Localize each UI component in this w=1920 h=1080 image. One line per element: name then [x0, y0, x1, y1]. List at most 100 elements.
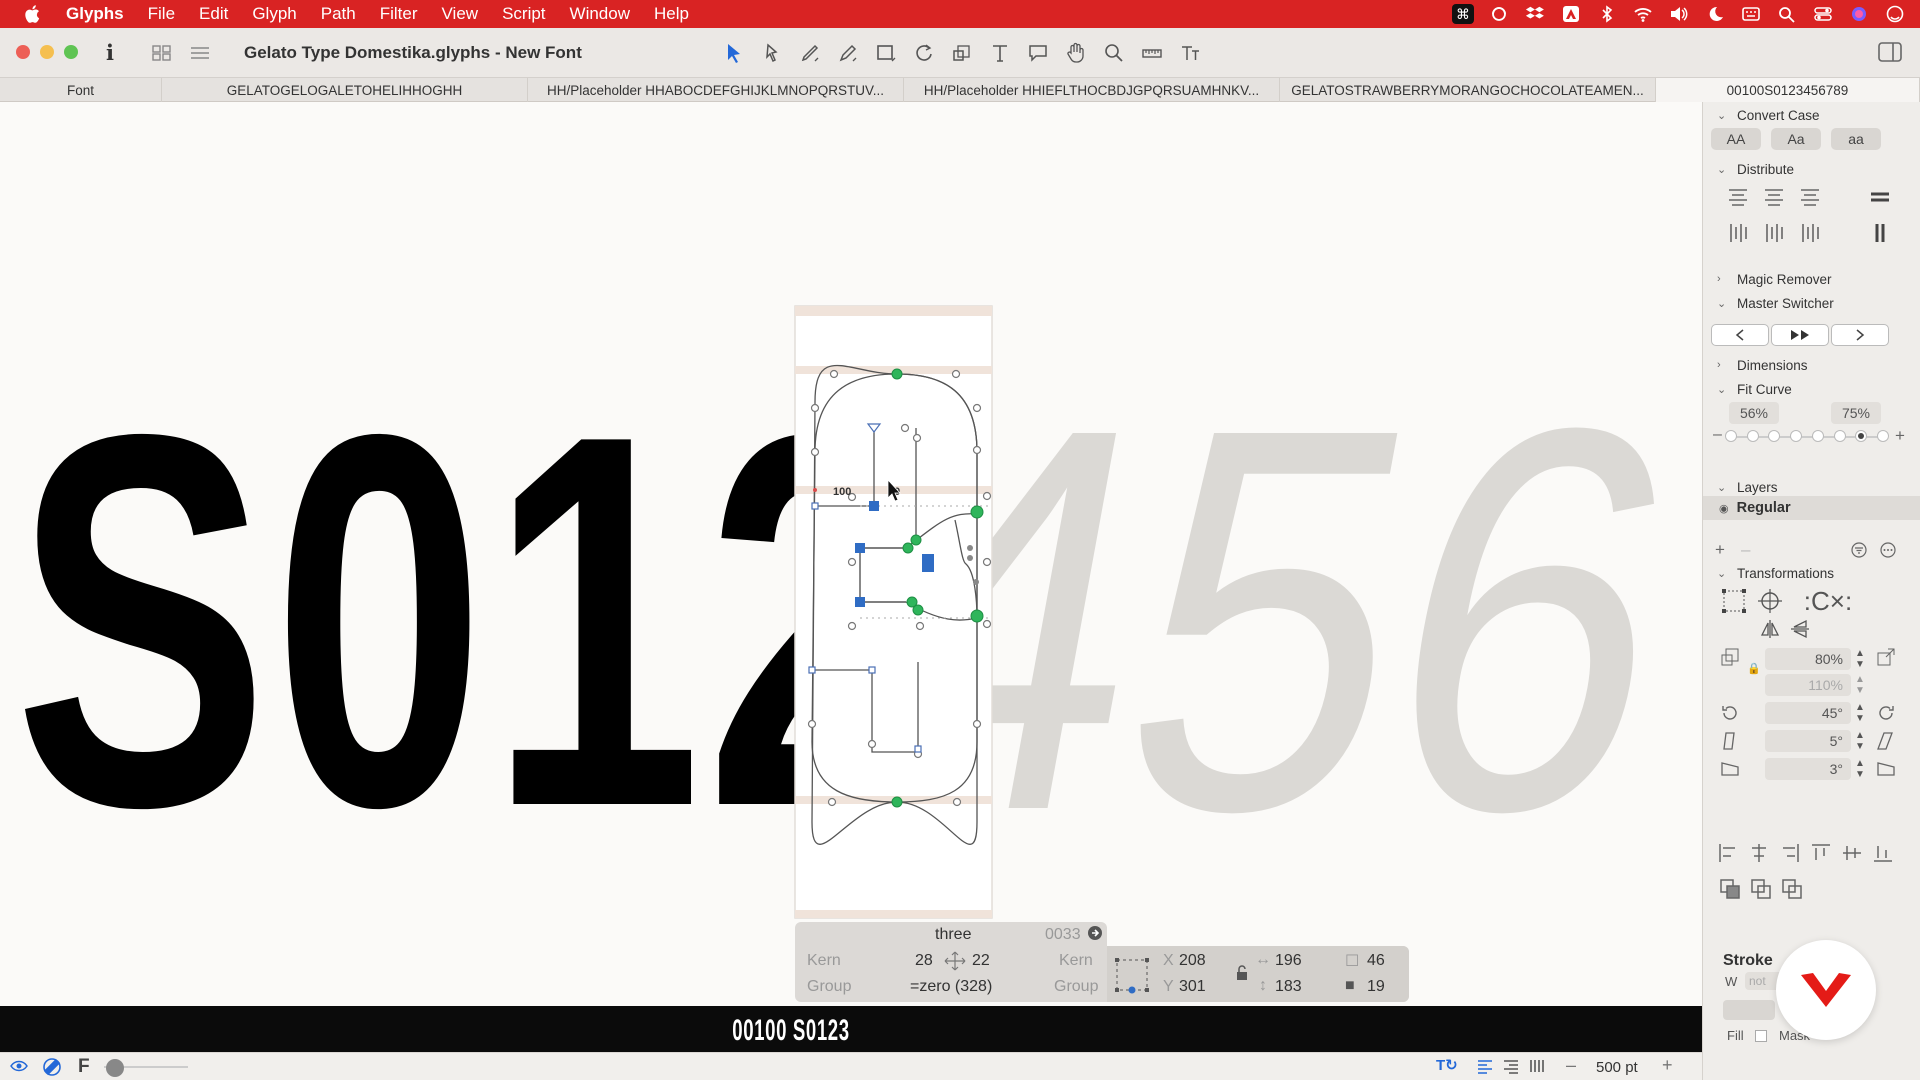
- fit-curve-min-field[interactable]: 56%: [1729, 402, 1779, 424]
- glyph-unicode[interactable]: 0033: [1045, 926, 1081, 944]
- skew-stepper[interactable]: ▲ ▼: [1855, 758, 1865, 780]
- kern-left-value[interactable]: 28: [915, 952, 933, 970]
- height-value[interactable]: 183: [1275, 978, 1302, 996]
- width-value[interactable]: 196: [1275, 952, 1302, 970]
- info-icon[interactable]: i: [106, 40, 114, 65]
- kern-right-value[interactable]: 22: [972, 952, 990, 970]
- align-bottom-icon[interactable]: [1872, 842, 1894, 864]
- section-magic-remover[interactable]: › Magic Remover: [1703, 268, 1920, 290]
- zoom-out-button[interactable]: –: [1566, 1055, 1576, 1076]
- subtract-icon[interactable]: [1750, 878, 1772, 900]
- draw-tool-icon[interactable]: [794, 37, 826, 69]
- flip-vertical-icon[interactable]: [1787, 616, 1813, 642]
- zoom-in-button[interactable]: +: [1662, 1055, 1673, 1076]
- domestika-logo-button[interactable]: [1776, 940, 1876, 1040]
- command-icon[interactable]: ⌘: [1452, 4, 1474, 24]
- scale-stepper[interactable]: ▲ ▼: [1855, 648, 1865, 670]
- pencil-tool-icon[interactable]: [832, 37, 864, 69]
- skew-field[interactable]: 3°: [1765, 758, 1851, 780]
- distribute-vertical-equal-icon[interactable]: [1867, 184, 1893, 210]
- scale-tool-icon[interactable]: [946, 37, 978, 69]
- adobe-icon[interactable]: [1560, 4, 1582, 24]
- stroke-position-segment[interactable]: [1723, 1000, 1775, 1020]
- list-view-icon[interactable]: [184, 41, 216, 65]
- align-left-icon[interactable]: [1717, 842, 1739, 864]
- distribute-middle-icon[interactable]: [1761, 184, 1787, 210]
- align-left-icon[interactable]: [1476, 1057, 1494, 1080]
- measure-tool-icon[interactable]: [1136, 37, 1168, 69]
- menu-filter[interactable]: Filter: [368, 4, 430, 24]
- slant-field[interactable]: 5°: [1765, 730, 1851, 752]
- section-convert-case[interactable]: ⌄ Convert Case: [1703, 104, 1920, 126]
- previous-master-button[interactable]: [1711, 324, 1769, 346]
- tab-text-4[interactable]: GELATOSTRAWBERRYMORANGOCHOCOLATEAMEN...: [1280, 78, 1656, 102]
- zoom-level[interactable]: 500 pt: [1596, 1059, 1638, 1076]
- align-top-icon[interactable]: [1810, 842, 1832, 864]
- rotate-tool-icon[interactable]: [908, 37, 940, 69]
- eye-icon[interactable]: [10, 1058, 28, 1079]
- distribute-left-icon[interactable]: [1725, 220, 1751, 246]
- user-icon[interactable]: [1884, 4, 1906, 24]
- titlecase-button[interactable]: Aa: [1771, 128, 1821, 150]
- rotate-stepper[interactable]: ▲ ▼: [1855, 702, 1865, 724]
- font-letter-icon[interactable]: F: [78, 1056, 90, 1078]
- section-distribute[interactable]: ⌄ Distribute: [1703, 158, 1920, 180]
- tab-text-3[interactable]: HH/Placeholder HHIEFLTHOCBDJGPQRSUAMHNKV…: [904, 78, 1280, 102]
- lowercase-button[interactable]: aa: [1831, 128, 1881, 150]
- scale-lock-icon[interactable]: 🔒: [1747, 662, 1761, 675]
- columns-icon[interactable]: [1528, 1057, 1546, 1080]
- fit-curve-minus-button[interactable]: –: [1713, 426, 1722, 444]
- section-fit-curve[interactable]: ⌄ Fit Curve: [1703, 378, 1920, 400]
- align-right-icon[interactable]: [1779, 842, 1801, 864]
- rectangle-tool-icon[interactable]: [870, 37, 902, 69]
- lock-icon[interactable]: [1235, 964, 1249, 987]
- fast-forward-master-button[interactable]: [1771, 324, 1829, 346]
- distribute-horizontal-equal-icon[interactable]: [1867, 220, 1893, 246]
- apple-icon[interactable]: [22, 3, 44, 25]
- minimize-window-button[interactable]: [40, 45, 54, 59]
- y-value[interactable]: 301: [1179, 978, 1206, 996]
- rotate-cw-icon[interactable]: [1873, 700, 1899, 726]
- menu-window[interactable]: Window: [558, 4, 642, 24]
- scale-up-icon[interactable]: [1873, 644, 1899, 670]
- next-master-button[interactable]: [1831, 324, 1889, 346]
- rotate-field[interactable]: 45°: [1765, 702, 1851, 724]
- scale-field[interactable]: 80%: [1765, 648, 1851, 670]
- skew-right-icon[interactable]: [1873, 756, 1899, 782]
- preview-area[interactable]: 00100 S0123: [0, 1006, 1702, 1058]
- fit-curve-max-field[interactable]: 75%: [1831, 402, 1881, 424]
- bluetooth-icon[interactable]: [1596, 4, 1618, 24]
- intersect-icon[interactable]: [1781, 878, 1803, 900]
- layer-filter-icon[interactable]: [1851, 542, 1867, 561]
- section-layers[interactable]: ⌄ Layers: [1703, 476, 1920, 498]
- distribute-center-icon[interactable]: [1761, 220, 1787, 246]
- section-dimensions[interactable]: › Dimensions: [1703, 354, 1920, 376]
- edit-canvas[interactable]: 4567 S012 100 three 0033 Kern 28 22 Kern…: [0, 102, 1702, 1006]
- skew-left-icon[interactable]: [1717, 756, 1743, 782]
- moon-icon[interactable]: [1704, 4, 1726, 24]
- slant-stepper[interactable]: ▲ ▼: [1855, 730, 1865, 752]
- preview-size-knob[interactable]: [106, 1059, 124, 1077]
- menu-script[interactable]: Script: [490, 4, 557, 24]
- fit-curve-plus-button[interactable]: +: [1895, 426, 1905, 446]
- align-right-icon[interactable]: [1502, 1057, 1520, 1080]
- menu-edit[interactable]: Edit: [187, 4, 240, 24]
- section-transformations[interactable]: ⌄ Transformations: [1703, 562, 1920, 584]
- tab-text-1[interactable]: GELATOGELOGALETOHELIHHOGHH: [162, 78, 528, 102]
- align-vcenter-icon[interactable]: [1841, 842, 1863, 864]
- annotation-tool-icon[interactable]: [1022, 37, 1054, 69]
- cloud-sync-icon[interactable]: [1488, 4, 1510, 24]
- text-tool-icon[interactable]: [984, 37, 1016, 69]
- scale-icon[interactable]: [1717, 644, 1743, 670]
- layer-options-icon[interactable]: [1879, 542, 1897, 561]
- type-tool-icon[interactable]: [1174, 37, 1206, 69]
- scale-y-field[interactable]: 110%: [1765, 674, 1851, 696]
- tab-text-5[interactable]: 00100S0123456789: [1656, 78, 1920, 102]
- distribute-right-icon[interactable]: [1797, 220, 1823, 246]
- selection-box-icon[interactable]: [1113, 956, 1151, 999]
- uppercase-button[interactable]: AA: [1711, 128, 1761, 150]
- slant-right-icon[interactable]: [1873, 728, 1899, 754]
- zoom-tool-icon[interactable]: [1098, 37, 1130, 69]
- tab-font[interactable]: Font: [0, 78, 162, 102]
- menu-path[interactable]: Path: [309, 4, 368, 24]
